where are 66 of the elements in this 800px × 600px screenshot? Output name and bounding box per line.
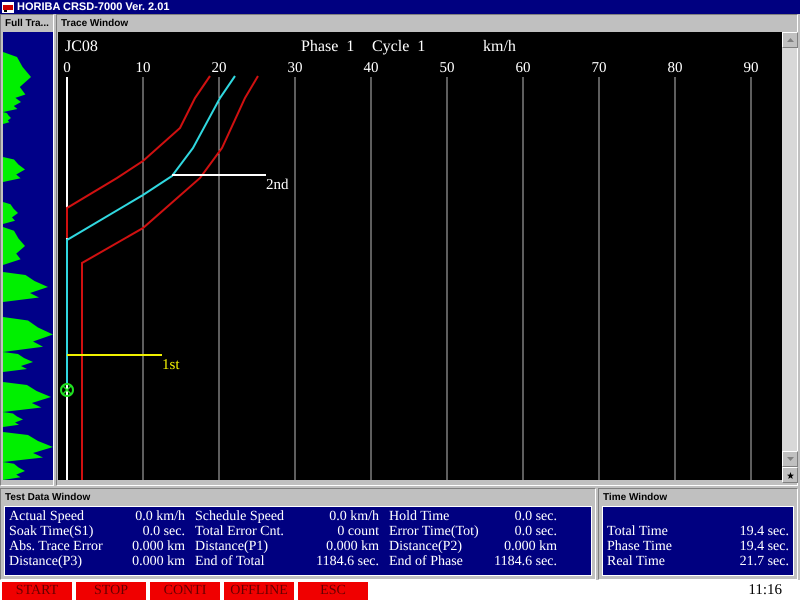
- field-value: 1184.6 sec.: [316, 554, 379, 569]
- field-value: 0.000 km: [132, 539, 185, 554]
- command-button[interactable]: STOP: [76, 582, 146, 600]
- window-title: HORIBA CRSD-7000 Ver. 2.01: [17, 1, 170, 13]
- unit-label: km/h: [483, 38, 516, 55]
- tick-label: 30: [288, 60, 302, 76]
- marker-label: 1st: [162, 357, 180, 373]
- field-label: Actual Speed: [9, 509, 84, 524]
- field-label: Soak Time(S1): [9, 524, 94, 539]
- field-label: Distance(P1): [195, 539, 268, 554]
- field-label: Distance(P2): [389, 539, 462, 554]
- field-value: 0.000 km: [504, 539, 557, 554]
- field-label: Hold Time: [389, 509, 450, 524]
- cycle-label: Cycle 1: [372, 38, 426, 55]
- field-value: 19.4 sec.: [740, 524, 789, 539]
- scroll-end-button[interactable]: [782, 467, 798, 483]
- field-value: 19.4 sec.: [740, 539, 789, 554]
- field-label: Phase Time: [607, 539, 672, 554]
- up-arrow-icon: [786, 38, 794, 42]
- field-label: End of Phase: [389, 554, 463, 569]
- command-button[interactable]: CONTI: [150, 582, 220, 600]
- tick-label: 80: [668, 60, 682, 76]
- field-label: Error Time(Tot): [389, 524, 479, 539]
- tick-label: 40: [364, 60, 378, 76]
- field-label: Total Time: [607, 524, 668, 539]
- tick-label: 70: [592, 60, 606, 76]
- field-value: 1184.6 sec.: [494, 554, 557, 569]
- field-label: Real Time: [607, 554, 665, 569]
- down-arrow-icon: [786, 457, 794, 461]
- marker-label: 2nd: [266, 177, 288, 193]
- tick-label: 60: [516, 60, 530, 76]
- tick-label: 90: [744, 60, 758, 76]
- phase-label: Phase 1: [301, 38, 354, 55]
- scroll-down-button[interactable]: [782, 451, 798, 467]
- field-value: 0.0 km/h: [329, 509, 379, 524]
- command-button[interactable]: ESC: [298, 582, 368, 600]
- scrollbar[interactable]: [782, 32, 797, 483]
- field-value: 0.0 km/h: [135, 509, 185, 524]
- tick-label: 0: [63, 60, 71, 76]
- star-icon: [786, 472, 794, 478]
- scroll-up-button[interactable]: [782, 32, 798, 48]
- field-value: 0.000 km: [132, 554, 185, 569]
- field-value: 0.0 sec.: [514, 509, 557, 524]
- clock: 11:16: [748, 582, 782, 598]
- command-button[interactable]: START: [2, 582, 72, 600]
- panel-title: Time Window: [603, 492, 668, 503]
- app-icon: [2, 2, 14, 12]
- field-value: 0.0 sec.: [514, 524, 557, 539]
- field-label: Abs. Trace Error: [9, 539, 103, 554]
- panel-title: Trace Window: [61, 18, 128, 29]
- panel-title: Test Data Window: [5, 492, 90, 503]
- field-value: 0 count: [337, 524, 379, 539]
- field-value: 0.0 sec.: [142, 524, 185, 539]
- field-label: Schedule Speed: [195, 509, 284, 524]
- tick-label: 10: [136, 60, 150, 76]
- field-label: Total Error Cnt.: [195, 524, 284, 539]
- field-value: 0.000 km: [326, 539, 379, 554]
- tick-label: 20: [212, 60, 226, 76]
- tick-label: 50: [440, 60, 454, 76]
- mode-label: JC08: [65, 38, 98, 55]
- field-value: 21.7 sec.: [740, 554, 789, 569]
- command-button[interactable]: OFFLINE: [224, 582, 294, 600]
- field-label: End of Total: [195, 554, 265, 569]
- panel-title: Full Tra...: [5, 18, 49, 29]
- field-label: Distance(P3): [9, 554, 82, 569]
- position-marker-icon: [60, 383, 74, 397]
